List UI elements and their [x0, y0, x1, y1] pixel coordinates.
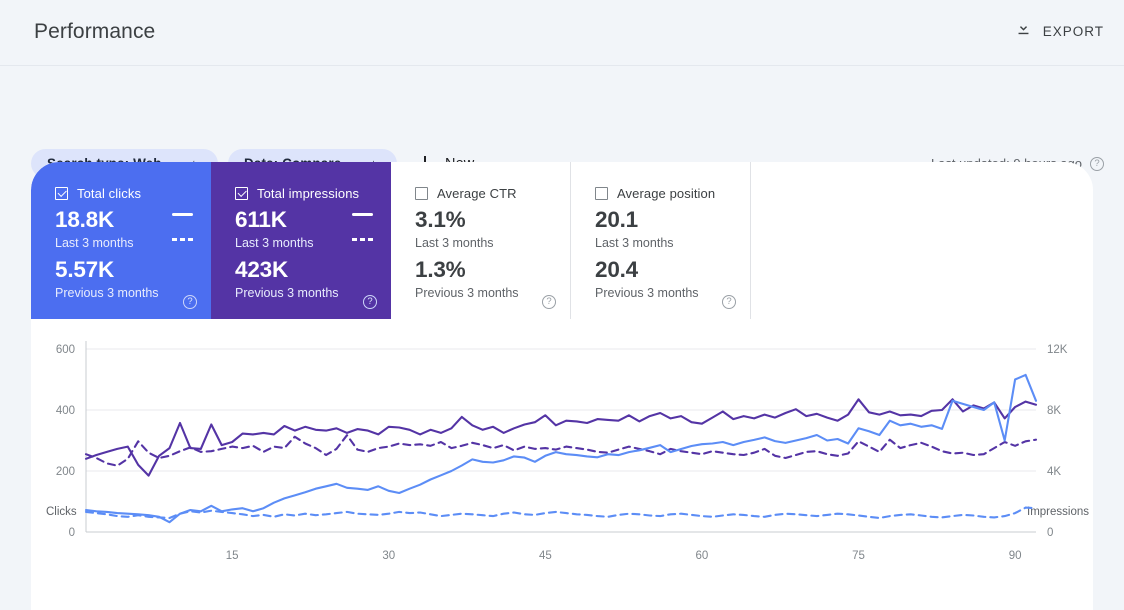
metric-previous-label: Previous 3 months [595, 285, 699, 300]
metric-previous-value: 423K [235, 257, 288, 283]
metric-current-label: Last 3 months [595, 235, 674, 250]
checkbox-unchecked-icon[interactable] [595, 187, 608, 200]
metric-previous-label: Previous 3 months [55, 285, 159, 300]
metric-card-total-clicks[interactable]: Total clicks 18.8K Last 3 months 5.57K P… [31, 162, 211, 319]
metric-current-value: 20.1 [595, 207, 638, 232]
metric-card-title: Total clicks [77, 186, 142, 201]
metric-card-average-position[interactable]: Average position 20.1 Last 3 months 20.4… [571, 162, 751, 319]
performance-panel: Total clicks 18.8K Last 3 months 5.57K P… [31, 162, 1093, 610]
metric-cards: Total clicks 18.8K Last 3 months 5.57K P… [31, 162, 751, 319]
help-icon[interactable]: ? [363, 295, 377, 309]
help-icon[interactable]: ? [1090, 156, 1104, 171]
metric-current-label: Last 3 months [415, 235, 494, 250]
svg-text:12K: 12K [1047, 344, 1068, 356]
svg-text:400: 400 [56, 405, 75, 417]
metric-card-header: Total impressions [235, 186, 375, 201]
solid-line-marker [352, 213, 373, 216]
checkbox-unchecked-icon[interactable] [415, 187, 428, 200]
svg-text:4K: 4K [1047, 466, 1061, 478]
svg-text:200: 200 [56, 466, 75, 478]
export-label: EXPORT [1042, 23, 1104, 39]
performance-chart: Clicks Impressions 0 200 400 600 0 4K 8K 12K 15 3… [31, 319, 1093, 610]
metric-card-header: Total clicks [55, 186, 195, 201]
help-icon[interactable]: ? [542, 295, 556, 309]
svg-text:30: 30 [382, 550, 395, 562]
checkbox-checked-icon[interactable] [55, 187, 68, 200]
page-title: Performance [34, 20, 156, 43]
export-button[interactable]: EXPORT [1015, 20, 1104, 42]
performance-page: Performance EXPORT Search type: Web crea… [0, 0, 1124, 610]
metric-current-value: 3.1% [415, 207, 466, 232]
chart-canvas: 0 200 400 600 0 4K 8K 12K 15 30 45 60 75 90 [56, 341, 1068, 562]
metric-previous-value: 20.4 [595, 257, 638, 283]
metric-card-average-ctr[interactable]: Average CTR 3.1% Last 3 months 1.3% Prev… [391, 162, 571, 319]
svg-text:45: 45 [539, 550, 552, 562]
help-icon[interactable]: ? [722, 295, 736, 309]
metric-previous-value: 1.3% [415, 257, 466, 283]
metric-previous-label: Previous 3 months [235, 285, 339, 300]
metric-card-total-impressions[interactable]: Total impressions 611K Last 3 months 423… [211, 162, 391, 319]
svg-text:600: 600 [56, 344, 75, 356]
metric-previous-label: Previous 3 months [415, 285, 519, 300]
page-header: Performance EXPORT [0, 0, 1124, 66]
metric-previous-value: 5.57K [55, 257, 115, 283]
metric-card-title: Total impressions [257, 186, 360, 201]
metric-card-header: Average CTR [415, 186, 554, 201]
help-icon[interactable]: ? [183, 295, 197, 309]
svg-text:0: 0 [1047, 527, 1053, 539]
metric-card-title: Average CTR [437, 186, 517, 201]
svg-text:90: 90 [1009, 550, 1022, 562]
metric-current-value: 611K [235, 207, 287, 232]
metric-card-header: Average position [595, 186, 734, 201]
svg-text:0: 0 [69, 527, 75, 539]
checkbox-checked-icon[interactable] [235, 187, 248, 200]
dashed-line-marker [352, 238, 373, 241]
metric-current-label: Last 3 months [235, 235, 314, 250]
svg-text:60: 60 [696, 550, 709, 562]
filter-bar: Search type: Web create Date: Compare cr… [0, 66, 1124, 178]
solid-line-marker [172, 213, 193, 216]
metric-current-value: 18.8K [55, 207, 115, 232]
metric-current-label: Last 3 months [55, 235, 134, 250]
download-icon [1015, 20, 1032, 42]
dashed-line-marker [172, 238, 193, 241]
metric-card-title: Average position [617, 186, 716, 201]
svg-text:8K: 8K [1047, 405, 1061, 417]
svg-text:75: 75 [852, 550, 865, 562]
svg-text:15: 15 [226, 550, 239, 562]
